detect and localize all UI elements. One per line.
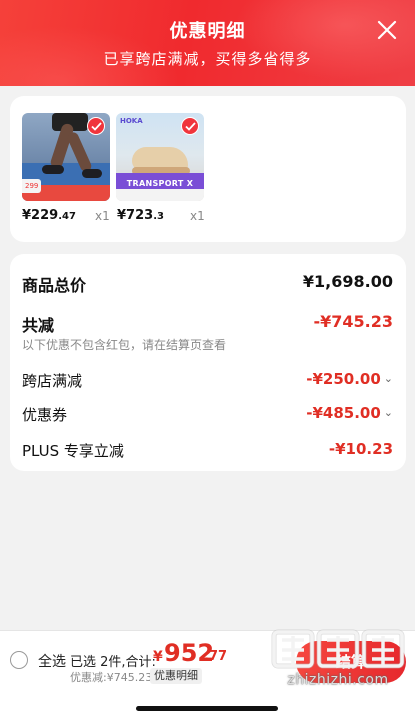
page-subtitle: 已享跨店满减，买得多省得多 [103, 50, 312, 68]
checkmark-icon[interactable] [87, 117, 105, 135]
watermark-logo [271, 629, 405, 669]
product-thumbnail-1[interactable]: 299 [22, 113, 110, 201]
price-decimal: .3 [153, 211, 164, 222]
promo-price-tag: 299 [22, 179, 42, 193]
chevron-down-icon[interactable]: ⌄ [384, 372, 393, 385]
discount-value-wrap: -¥485.00 ⌄ [306, 404, 393, 422]
redpacket-note: 以下优惠不包含红包，请在结算页查看 [22, 338, 227, 352]
promo-footer [116, 189, 204, 201]
brand-logo: HOKA [120, 117, 143, 125]
total-currency: ¥ [153, 649, 163, 665]
watermark: zhizhizhi.com [268, 626, 408, 690]
page-title: 优惠明细 [169, 21, 246, 42]
total-reduce-value: -¥745.23 [313, 312, 393, 331]
select-all-label[interactable]: 全选 [38, 651, 66, 671]
discount-label: 优惠券 [22, 406, 68, 424]
home-indicator [136, 706, 278, 711]
discount-label: 跨店满减 [22, 372, 83, 390]
price-integer: ¥723 [117, 208, 154, 223]
chevron-down-icon[interactable]: ⌄ [384, 406, 393, 419]
product-thumbnail-2[interactable]: HOKA TRANSPORT X [116, 113, 204, 201]
total-decimal: .77 [204, 649, 228, 664]
product-qty-1: x1 [95, 209, 110, 223]
total-price-value: ¥1,698.00 [302, 272, 393, 291]
price-decimal: .47 [58, 211, 76, 222]
select-all-radio[interactable] [10, 651, 28, 669]
photo-shoe [82, 169, 102, 178]
product-qty-2: x1 [190, 209, 205, 223]
discount-label: PLUS 专享立减 [22, 442, 124, 460]
checkmark-icon[interactable] [181, 117, 199, 135]
discount-value: -¥10.23 [328, 440, 393, 458]
discount-value: -¥250.00 [306, 370, 381, 388]
product-price-1: ¥229.47 [22, 208, 76, 223]
discount-detail-button[interactable]: 优惠明细 [150, 668, 202, 684]
photo-shoe [42, 165, 64, 174]
total-reduce-label: 共减 [22, 316, 55, 335]
discount-header: 优惠明细 已享跨店满减，买得多省得多 [0, 0, 415, 86]
watermark-text: zhizhizhi.com [287, 672, 389, 688]
product-price-2: ¥723.3 [117, 208, 164, 223]
price-integer: ¥229 [22, 208, 59, 223]
selected-count: 已选 2件,合计: [70, 655, 156, 670]
close-icon[interactable] [375, 18, 399, 42]
discount-amount: 优惠减:¥745.23 [70, 671, 153, 684]
discount-value-wrap: -¥250.00 ⌄ [306, 370, 393, 388]
total-price-label: 商品总价 [22, 276, 87, 295]
discount-value: -¥485.00 [306, 404, 381, 422]
product-banner-text: TRANSPORT X [126, 179, 194, 188]
